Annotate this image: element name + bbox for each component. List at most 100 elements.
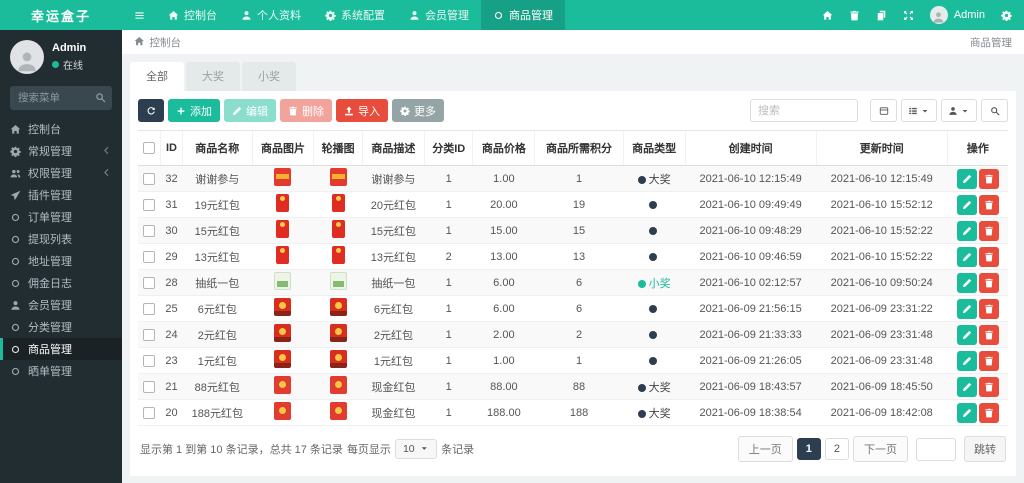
product-thumbnail[interactable]: [274, 298, 292, 316]
edit-button[interactable]: 编辑: [224, 99, 276, 122]
docs-button[interactable]: [876, 10, 887, 21]
prev-page-button[interactable]: 上一页: [737, 436, 793, 462]
home-shortcut-button[interactable]: [822, 10, 833, 21]
sidebar-item-withdraw[interactable]: 提现列表: [0, 228, 122, 250]
col-select[interactable]: [138, 130, 161, 166]
product-thumbnail[interactable]: [329, 168, 347, 186]
row-edit-button[interactable]: [956, 194, 977, 215]
sidebar-item-member[interactable]: 会员管理: [0, 294, 122, 316]
row-delete-button[interactable]: [978, 324, 999, 345]
row-delete-button[interactable]: [978, 402, 999, 423]
next-page-button[interactable]: 下一页: [853, 436, 908, 462]
select-all-checkbox[interactable]: [142, 142, 155, 155]
row-edit-button[interactable]: [956, 168, 977, 189]
sidebar-item-review[interactable]: 晒单管理: [0, 360, 122, 382]
sidebar-item-category[interactable]: 分类管理: [0, 316, 122, 338]
refresh-button[interactable]: [138, 99, 164, 122]
product-thumbnail[interactable]: [329, 324, 347, 342]
sidebar-item-auth[interactable]: 权限管理: [0, 162, 122, 184]
product-thumbnail[interactable]: [331, 220, 345, 238]
row-delete-button[interactable]: [978, 246, 999, 267]
row-edit-button[interactable]: [956, 220, 977, 241]
product-thumbnail[interactable]: [329, 298, 347, 316]
table-search-input[interactable]: [750, 99, 858, 122]
row-checkbox[interactable]: [143, 380, 156, 393]
product-thumbnail[interactable]: [274, 272, 292, 290]
topnav-item-member[interactable]: 会员管理: [397, 0, 481, 30]
fullscreen-button[interactable]: [903, 10, 914, 21]
product-thumbnail[interactable]: [276, 194, 290, 212]
topnav-item-profile[interactable]: 个人资料: [229, 0, 313, 30]
add-button[interactable]: 添加: [168, 99, 220, 122]
clear-cache-button[interactable]: [849, 10, 860, 21]
topnav-item-goods[interactable]: 商品管理: [481, 0, 565, 30]
row-delete-button[interactable]: [978, 220, 999, 241]
row-delete-button[interactable]: [978, 194, 999, 215]
row-checkbox[interactable]: [143, 406, 156, 419]
row-edit-button[interactable]: [956, 272, 977, 293]
row-delete-button[interactable]: [978, 168, 999, 189]
page-button-1[interactable]: 1: [796, 438, 821, 460]
product-thumbnail[interactable]: [329, 272, 347, 290]
export-button[interactable]: [941, 99, 977, 122]
breadcrumb[interactable]: 控制台: [134, 35, 181, 50]
row-edit-button[interactable]: [956, 350, 977, 371]
row-checkbox[interactable]: [143, 302, 156, 315]
jump-button[interactable]: 跳转: [964, 436, 1006, 462]
row-checkbox[interactable]: [143, 276, 156, 289]
import-button[interactable]: 导入: [336, 99, 388, 122]
product-thumbnail[interactable]: [274, 168, 292, 186]
row-delete-button[interactable]: [978, 376, 999, 397]
row-checkbox[interactable]: [143, 354, 156, 367]
tab-all[interactable]: 全部: [130, 62, 184, 91]
row-checkbox[interactable]: [143, 328, 156, 341]
sidebar-item-address[interactable]: 地址管理: [0, 250, 122, 272]
sidebar-toggle-button[interactable]: [122, 0, 156, 30]
sidebar-item-dashboard[interactable]: 控制台: [0, 118, 122, 140]
row-delete-button[interactable]: [978, 298, 999, 319]
row-edit-button[interactable]: [956, 298, 977, 319]
product-thumbnail[interactable]: [329, 350, 347, 368]
brand-logo[interactable]: 幸运盒子: [0, 0, 122, 30]
row-checkbox[interactable]: [143, 250, 156, 263]
row-delete-button[interactable]: [978, 272, 999, 293]
sidebar-item-general[interactable]: 常规管理: [0, 140, 122, 162]
product-thumbnail[interactable]: [274, 324, 292, 342]
delete-button[interactable]: 删除: [280, 99, 332, 122]
sidebar-item-commission[interactable]: 佣金日志: [0, 272, 122, 294]
topnav-item-config[interactable]: 系统配置: [313, 0, 397, 30]
more-button[interactable]: 更多: [392, 99, 444, 122]
tab-big-prize[interactable]: 大奖: [186, 62, 240, 91]
row-checkbox[interactable]: [143, 172, 156, 185]
product-thumbnail[interactable]: [329, 402, 347, 420]
per-page-select[interactable]: 10: [394, 438, 438, 460]
product-thumbnail[interactable]: [274, 402, 292, 420]
row-edit-button[interactable]: [956, 246, 977, 267]
product-thumbnail[interactable]: [274, 350, 292, 368]
product-thumbnail[interactable]: [276, 246, 290, 264]
user-menu[interactable]: Admin: [929, 6, 985, 24]
row-checkbox[interactable]: [143, 224, 156, 237]
product-thumbnail[interactable]: [274, 376, 292, 394]
sidebar-item-goods[interactable]: 商品管理: [0, 338, 122, 360]
view-toggle-button[interactable]: [870, 99, 897, 122]
topnav-item-dashboard[interactable]: 控制台: [156, 0, 229, 30]
search-toggle-button[interactable]: [981, 99, 1008, 122]
product-thumbnail[interactable]: [276, 220, 290, 238]
page-button-2[interactable]: 2: [824, 438, 849, 460]
row-checkbox[interactable]: [143, 198, 156, 211]
sidebar-item-addon[interactable]: 插件管理: [0, 184, 122, 206]
product-thumbnail[interactable]: [329, 376, 347, 394]
settings-button[interactable]: [1001, 10, 1012, 21]
jump-page-input[interactable]: [916, 437, 956, 461]
row-edit-button[interactable]: [956, 402, 977, 423]
row-edit-button[interactable]: [956, 324, 977, 345]
row-edit-button[interactable]: [956, 376, 977, 397]
tab-small-prize[interactable]: 小奖: [242, 62, 296, 91]
columns-button[interactable]: [901, 99, 937, 122]
sidebar-item-order[interactable]: 订单管理: [0, 206, 122, 228]
product-thumbnail[interactable]: [331, 246, 345, 264]
sidebar-search-button[interactable]: [90, 89, 110, 107]
row-delete-button[interactable]: [978, 350, 999, 371]
product-thumbnail[interactable]: [331, 194, 345, 212]
